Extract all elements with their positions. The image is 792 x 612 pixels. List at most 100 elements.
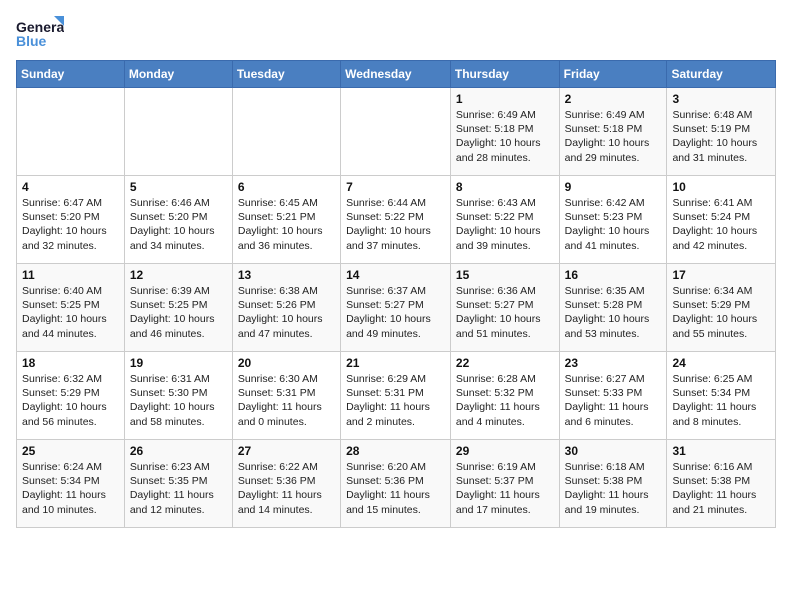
day-info: Sunrise: 6:16 AMSunset: 5:38 PMDaylight:…	[672, 460, 770, 517]
day-header-tuesday: Tuesday	[232, 61, 340, 88]
day-info: Sunrise: 6:39 AMSunset: 5:25 PMDaylight:…	[130, 284, 227, 341]
day-info: Sunrise: 6:23 AMSunset: 5:35 PMDaylight:…	[130, 460, 227, 517]
calendar-cell: 18 Sunrise: 6:32 AMSunset: 5:29 PMDayligh…	[17, 352, 125, 440]
day-headers-row: SundayMondayTuesdayWednesdayThursdayFrid…	[17, 61, 776, 88]
calendar-cell: 2 Sunrise: 6:49 AMSunset: 5:18 PMDaylight…	[559, 88, 667, 176]
logo-svg: General Blue	[16, 16, 64, 52]
day-info: Sunrise: 6:28 AMSunset: 5:32 PMDaylight:…	[456, 372, 554, 429]
calendar-cell: 26 Sunrise: 6:23 AMSunset: 5:35 PMDayligh…	[124, 440, 232, 528]
week-row-2: 11Sunrise: 6:40 AMSunset: 5:25 PMDayligh…	[17, 264, 776, 352]
day-info: Sunrise: 6:36 AMSunset: 5:27 PMDaylight:…	[456, 284, 554, 341]
day-info: Sunrise: 6:49 AMSunset: 5:18 PMDaylight:…	[456, 108, 554, 165]
day-info: Sunrise: 6:24 AMSunset: 5:34 PMDaylight:…	[22, 460, 119, 517]
calendar-cell: 13Sunrise: 6:38 AMSunset: 5:26 PMDayligh…	[232, 264, 340, 352]
week-row-0: 1Sunrise: 6:49 AMSunset: 5:18 PMDaylight…	[17, 88, 776, 176]
svg-text:Blue: Blue	[16, 33, 47, 49]
day-number: 31	[672, 444, 770, 458]
calendar-cell: 20 Sunrise: 6:30 AMSunset: 5:31 PMDayligh…	[232, 352, 340, 440]
day-info: Sunrise: 6:41 AMSunset: 5:24 PMDaylight:…	[672, 196, 770, 253]
day-number: 21	[346, 356, 445, 370]
day-info: Sunrise: 6:30 AMSunset: 5:31 PMDaylight:…	[238, 372, 335, 429]
day-info: Sunrise: 6:37 AMSunset: 5:27 PMDaylight:…	[346, 284, 445, 341]
day-info: Sunrise: 6:27 AMSunset: 5:33 PMDaylight:…	[565, 372, 662, 429]
calendar-cell: 17Sunrise: 6:34 AMSunset: 5:29 PMDayligh…	[667, 264, 776, 352]
day-number: 2	[565, 92, 662, 106]
day-header-sunday: Sunday	[17, 61, 125, 88]
day-number: 6	[238, 180, 335, 194]
day-number: 4	[22, 180, 119, 194]
page-header: General Blue	[16, 16, 776, 52]
calendar-cell: 3 Sunrise: 6:48 AMSunset: 5:19 PMDaylight…	[667, 88, 776, 176]
calendar-cell: 11Sunrise: 6:40 AMSunset: 5:25 PMDayligh…	[17, 264, 125, 352]
calendar-cell: 9 Sunrise: 6:42 AMSunset: 5:23 PMDaylight…	[559, 176, 667, 264]
calendar-cell: 8 Sunrise: 6:43 AMSunset: 5:22 PMDaylight…	[450, 176, 559, 264]
calendar-cell: 28Sunrise: 6:20 AMSunset: 5:36 PMDayligh…	[341, 440, 451, 528]
calendar-cell	[341, 88, 451, 176]
day-header-monday: Monday	[124, 61, 232, 88]
day-number: 22	[456, 356, 554, 370]
day-info: Sunrise: 6:45 AMSunset: 5:21 PMDaylight:…	[238, 196, 335, 253]
day-info: Sunrise: 6:42 AMSunset: 5:23 PMDaylight:…	[565, 196, 662, 253]
calendar-cell: 16Sunrise: 6:35 AMSunset: 5:28 PMDayligh…	[559, 264, 667, 352]
calendar-cell: 21 Sunrise: 6:29 AMSunset: 5:31 PMDayligh…	[341, 352, 451, 440]
day-number: 3	[672, 92, 770, 106]
day-number: 5	[130, 180, 227, 194]
day-number: 18	[22, 356, 119, 370]
day-number: 30	[565, 444, 662, 458]
day-info: Sunrise: 6:31 AMSunset: 5:30 PMDaylight:…	[130, 372, 227, 429]
calendar-cell: 24Sunrise: 6:25 AMSunset: 5:34 PMDayligh…	[667, 352, 776, 440]
day-number: 25	[22, 444, 119, 458]
calendar-cell: 15Sunrise: 6:36 AMSunset: 5:27 PMDayligh…	[450, 264, 559, 352]
day-number: 27	[238, 444, 335, 458]
day-number: 12	[130, 268, 227, 282]
day-header-wednesday: Wednesday	[341, 61, 451, 88]
logo: General Blue	[16, 16, 64, 52]
day-number: 26	[130, 444, 227, 458]
calendar-cell: 5 Sunrise: 6:46 AMSunset: 5:20 PMDaylight…	[124, 176, 232, 264]
day-info: Sunrise: 6:35 AMSunset: 5:28 PMDaylight:…	[565, 284, 662, 341]
day-info: Sunrise: 6:32 AMSunset: 5:29 PMDaylight:…	[22, 372, 119, 429]
day-info: Sunrise: 6:47 AMSunset: 5:20 PMDaylight:…	[22, 196, 119, 253]
calendar-cell: 23 Sunrise: 6:27 AMSunset: 5:33 PMDayligh…	[559, 352, 667, 440]
day-info: Sunrise: 6:18 AMSunset: 5:38 PMDaylight:…	[565, 460, 662, 517]
calendar-cell: 27 Sunrise: 6:22 AMSunset: 5:36 PMDayligh…	[232, 440, 340, 528]
day-number: 11	[22, 268, 119, 282]
day-number: 20	[238, 356, 335, 370]
day-number: 10	[672, 180, 770, 194]
day-info: Sunrise: 6:22 AMSunset: 5:36 PMDaylight:…	[238, 460, 335, 517]
calendar-cell: 22 Sunrise: 6:28 AMSunset: 5:32 PMDayligh…	[450, 352, 559, 440]
day-info: Sunrise: 6:19 AMSunset: 5:37 PMDaylight:…	[456, 460, 554, 517]
day-info: Sunrise: 6:48 AMSunset: 5:19 PMDaylight:…	[672, 108, 770, 165]
day-info: Sunrise: 6:44 AMSunset: 5:22 PMDaylight:…	[346, 196, 445, 253]
day-number: 24	[672, 356, 770, 370]
day-number: 23	[565, 356, 662, 370]
day-info: Sunrise: 6:20 AMSunset: 5:36 PMDaylight:…	[346, 460, 445, 517]
day-number: 19	[130, 356, 227, 370]
day-info: Sunrise: 6:49 AMSunset: 5:18 PMDaylight:…	[565, 108, 662, 165]
calendar-cell	[17, 88, 125, 176]
day-info: Sunrise: 6:29 AMSunset: 5:31 PMDaylight:…	[346, 372, 445, 429]
day-info: Sunrise: 6:38 AMSunset: 5:26 PMDaylight:…	[238, 284, 335, 341]
calendar-cell: 30 Sunrise: 6:18 AMSunset: 5:38 PMDayligh…	[559, 440, 667, 528]
calendar-cell: 31 Sunrise: 6:16 AMSunset: 5:38 PMDayligh…	[667, 440, 776, 528]
day-number: 8	[456, 180, 554, 194]
calendar-cell: 14 Sunrise: 6:37 AMSunset: 5:27 PMDayligh…	[341, 264, 451, 352]
week-row-4: 25 Sunrise: 6:24 AMSunset: 5:34 PMDayligh…	[17, 440, 776, 528]
day-header-friday: Friday	[559, 61, 667, 88]
day-number: 14	[346, 268, 445, 282]
day-header-thursday: Thursday	[450, 61, 559, 88]
day-number: 17	[672, 268, 770, 282]
week-row-3: 18 Sunrise: 6:32 AMSunset: 5:29 PMDayligh…	[17, 352, 776, 440]
day-number: 7	[346, 180, 445, 194]
calendar-cell: 25 Sunrise: 6:24 AMSunset: 5:34 PMDayligh…	[17, 440, 125, 528]
calendar-cell: 19 Sunrise: 6:31 AMSunset: 5:30 PMDayligh…	[124, 352, 232, 440]
calendar-cell: 1Sunrise: 6:49 AMSunset: 5:18 PMDaylight…	[450, 88, 559, 176]
day-header-saturday: Saturday	[667, 61, 776, 88]
calendar-header: SundayMondayTuesdayWednesdayThursdayFrid…	[17, 61, 776, 88]
day-info: Sunrise: 6:46 AMSunset: 5:20 PMDaylight:…	[130, 196, 227, 253]
day-number: 9	[565, 180, 662, 194]
calendar: SundayMondayTuesdayWednesdayThursdayFrid…	[16, 60, 776, 528]
day-info: Sunrise: 6:43 AMSunset: 5:22 PMDaylight:…	[456, 196, 554, 253]
calendar-cell	[232, 88, 340, 176]
day-number: 29	[456, 444, 554, 458]
